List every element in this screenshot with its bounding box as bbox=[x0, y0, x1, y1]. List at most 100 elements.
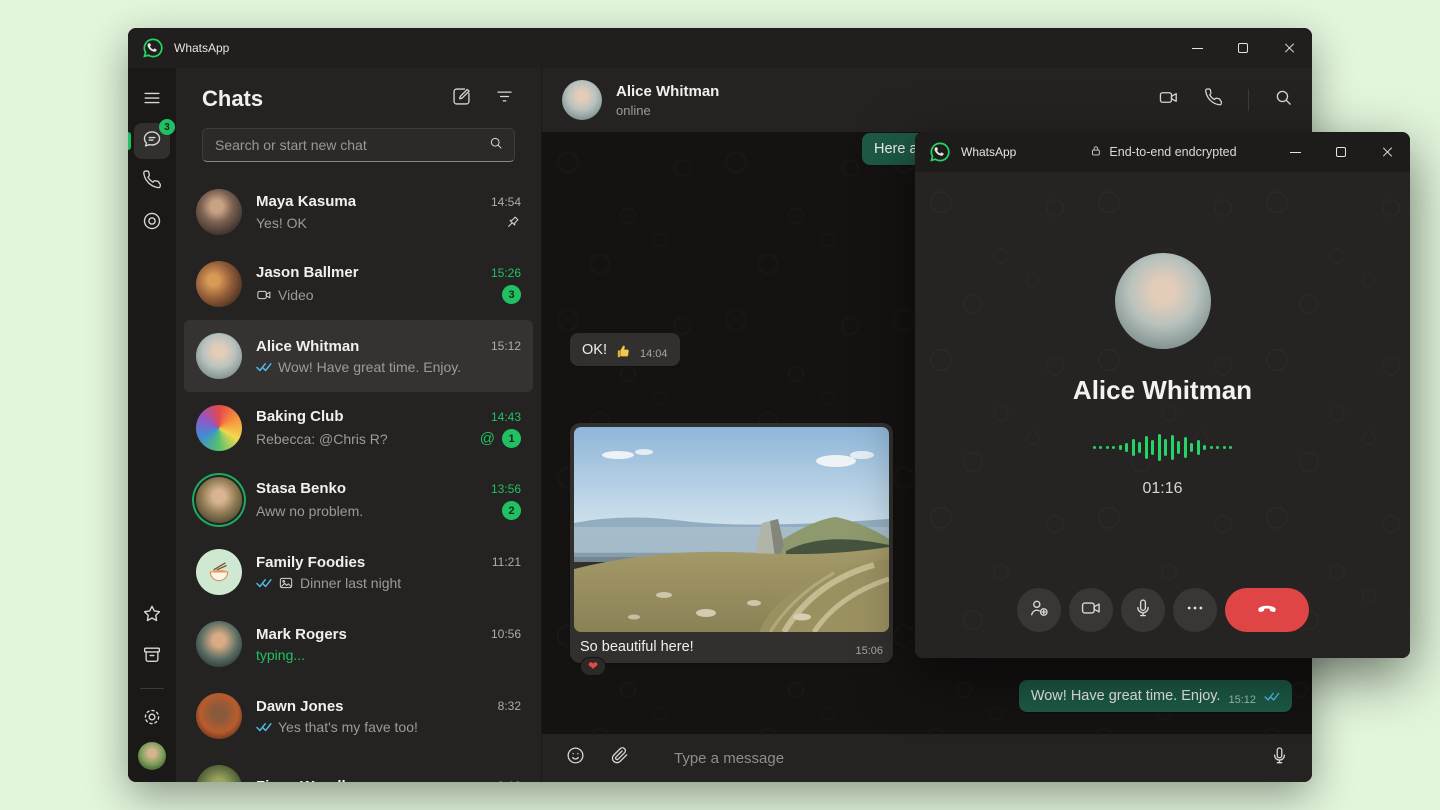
unread-badge: 3 bbox=[502, 285, 521, 304]
voice-record-button[interactable] bbox=[1262, 741, 1296, 775]
chat-list-item[interactable]: Jason Ballmer15:26Video3 bbox=[184, 248, 533, 320]
chat-list-item[interactable]: Baking Club14:43Rebecca: @Chris R?@1 bbox=[184, 392, 533, 464]
chat-meta bbox=[496, 214, 521, 231]
avatar bbox=[196, 189, 242, 235]
chat-list-item[interactable]: Dawn Jones 8:32 Yes that's my fave too! bbox=[184, 680, 533, 752]
message-photo[interactable]: So beautiful here! 15:06 ❤ bbox=[570, 423, 893, 663]
chat-time: 8:32 bbox=[490, 699, 521, 713]
minimize-icon bbox=[1290, 152, 1301, 153]
conversation-header[interactable]: Alice Whitman online bbox=[542, 68, 1312, 132]
shared-photo[interactable] bbox=[574, 427, 889, 632]
add-person-icon bbox=[1028, 597, 1050, 624]
read-receipt-icon bbox=[256, 719, 272, 735]
profile-avatar[interactable] bbox=[138, 742, 166, 770]
read-receipt-icon bbox=[256, 359, 272, 375]
unread-badge: 1 bbox=[502, 429, 521, 448]
chat-list-item[interactable]: Alice Whitman15:12Wow! Have great time. … bbox=[184, 320, 533, 392]
chat-list-item[interactable]: Maya Kasuma14:54Yes! OK bbox=[184, 176, 533, 248]
hamburger-icon bbox=[141, 87, 163, 114]
whatsapp-call-window: WhatsApp End-to-end endcrypted Alice Whi… bbox=[915, 132, 1410, 658]
read-receipt-icon bbox=[256, 575, 272, 591]
status-icon bbox=[141, 210, 163, 237]
rail-item-settings[interactable] bbox=[134, 701, 170, 737]
end-call-button[interactable] bbox=[1225, 588, 1309, 632]
unread-badge: 2 bbox=[502, 501, 521, 520]
ellipsis-icon bbox=[1184, 597, 1206, 624]
heart-reaction[interactable]: ❤ bbox=[580, 657, 606, 676]
chat-name: Dawn Jones bbox=[256, 698, 344, 715]
search-input[interactable] bbox=[215, 137, 488, 153]
emoji-button[interactable] bbox=[558, 741, 592, 775]
contact-name: Alice Whitman bbox=[616, 83, 719, 100]
more-options-button[interactable] bbox=[1173, 588, 1217, 632]
mute-button[interactable] bbox=[1121, 588, 1165, 632]
photo-icon bbox=[278, 575, 294, 591]
call-titlebar: WhatsApp End-to-end endcrypted bbox=[915, 132, 1410, 172]
message-incoming[interactable]: OK! 14:04 bbox=[570, 333, 680, 366]
new-chat-icon[interactable] bbox=[451, 86, 472, 112]
rail-item-chats[interactable]: 3 bbox=[134, 123, 170, 159]
chat-preview: Yes that's my fave too! bbox=[256, 719, 418, 735]
minimize-button[interactable] bbox=[1174, 28, 1220, 68]
chat-list: Maya Kasuma14:54Yes! OKJason Ballmer15:2… bbox=[176, 172, 541, 782]
voice-waveform bbox=[1093, 432, 1233, 462]
gear-icon bbox=[141, 706, 163, 733]
chats-unread-badge: 3 bbox=[159, 119, 175, 135]
chat-list-item[interactable]: Ziggy Woodley9:12 bbox=[184, 752, 533, 782]
video-call-icon[interactable] bbox=[1158, 87, 1179, 113]
menu-button[interactable] bbox=[134, 82, 170, 118]
avatar bbox=[196, 405, 242, 451]
contact-avatar[interactable] bbox=[562, 80, 602, 120]
maximize-icon bbox=[1238, 43, 1248, 53]
chat-name: Stasa Benko bbox=[256, 480, 346, 497]
maximize-button[interactable] bbox=[1220, 28, 1266, 68]
attach-button[interactable] bbox=[602, 741, 636, 775]
rail-divider bbox=[140, 688, 164, 689]
microphone-icon bbox=[1132, 597, 1154, 624]
search-icon bbox=[488, 135, 504, 156]
app-title: WhatsApp bbox=[961, 145, 1016, 159]
call-duration: 01:16 bbox=[1142, 480, 1182, 498]
rail-item-starred[interactable] bbox=[134, 598, 170, 634]
contact-presence: online bbox=[616, 103, 719, 118]
call-body: Alice Whitman 01:16 bbox=[915, 172, 1410, 658]
close-button[interactable] bbox=[1266, 28, 1312, 68]
chat-time: 10:56 bbox=[483, 627, 521, 641]
panel-title: Chats bbox=[202, 86, 263, 112]
whatsapp-logo-icon bbox=[142, 37, 164, 59]
minimize-button[interactable] bbox=[1272, 132, 1318, 172]
search-box bbox=[202, 128, 515, 162]
chat-list-item[interactable]: Mark Rogers10:56typing... bbox=[184, 608, 533, 680]
chat-name: Maya Kasuma bbox=[256, 193, 356, 210]
close-button[interactable] bbox=[1364, 132, 1410, 172]
avatar bbox=[196, 549, 242, 595]
chat-preview: Rebecca: @Chris R? bbox=[256, 431, 388, 447]
minimize-icon bbox=[1192, 48, 1203, 49]
chat-list-item[interactable]: Stasa Benko13:56Aww no problem.2 bbox=[184, 464, 533, 536]
maximize-button[interactable] bbox=[1318, 132, 1364, 172]
video-camera-icon bbox=[256, 287, 272, 303]
composer-bar bbox=[542, 734, 1312, 782]
chat-meta: 2 bbox=[494, 501, 521, 520]
filter-icon[interactable] bbox=[494, 86, 515, 112]
add-participant-button[interactable] bbox=[1017, 588, 1061, 632]
rail-item-calls[interactable] bbox=[134, 164, 170, 200]
message-outgoing[interactable]: Wow! Have great time. Enjoy. 15:12 bbox=[1019, 680, 1292, 712]
rail-item-archived[interactable] bbox=[134, 639, 170, 675]
avatar bbox=[196, 477, 242, 523]
voice-call-icon[interactable] bbox=[1203, 87, 1224, 113]
message-input[interactable] bbox=[674, 750, 1252, 767]
star-icon bbox=[141, 603, 163, 630]
chat-list-item[interactable]: Family Foodies11:21Dinner last night bbox=[184, 536, 533, 608]
chat-meta: @1 bbox=[472, 429, 521, 448]
chat-time: 15:26 bbox=[483, 266, 521, 280]
search-in-chat-icon[interactable] bbox=[1273, 87, 1294, 113]
chat-time: 13:56 bbox=[483, 482, 521, 496]
photo-caption: So beautiful here! bbox=[580, 639, 694, 655]
chat-time: 14:43 bbox=[483, 410, 521, 424]
chat-name: Family Foodies bbox=[256, 554, 365, 571]
video-camera-icon bbox=[1080, 597, 1102, 624]
mention-indicator: @ bbox=[480, 430, 495, 447]
rail-item-status[interactable] bbox=[134, 205, 170, 241]
video-toggle-button[interactable] bbox=[1069, 588, 1113, 632]
